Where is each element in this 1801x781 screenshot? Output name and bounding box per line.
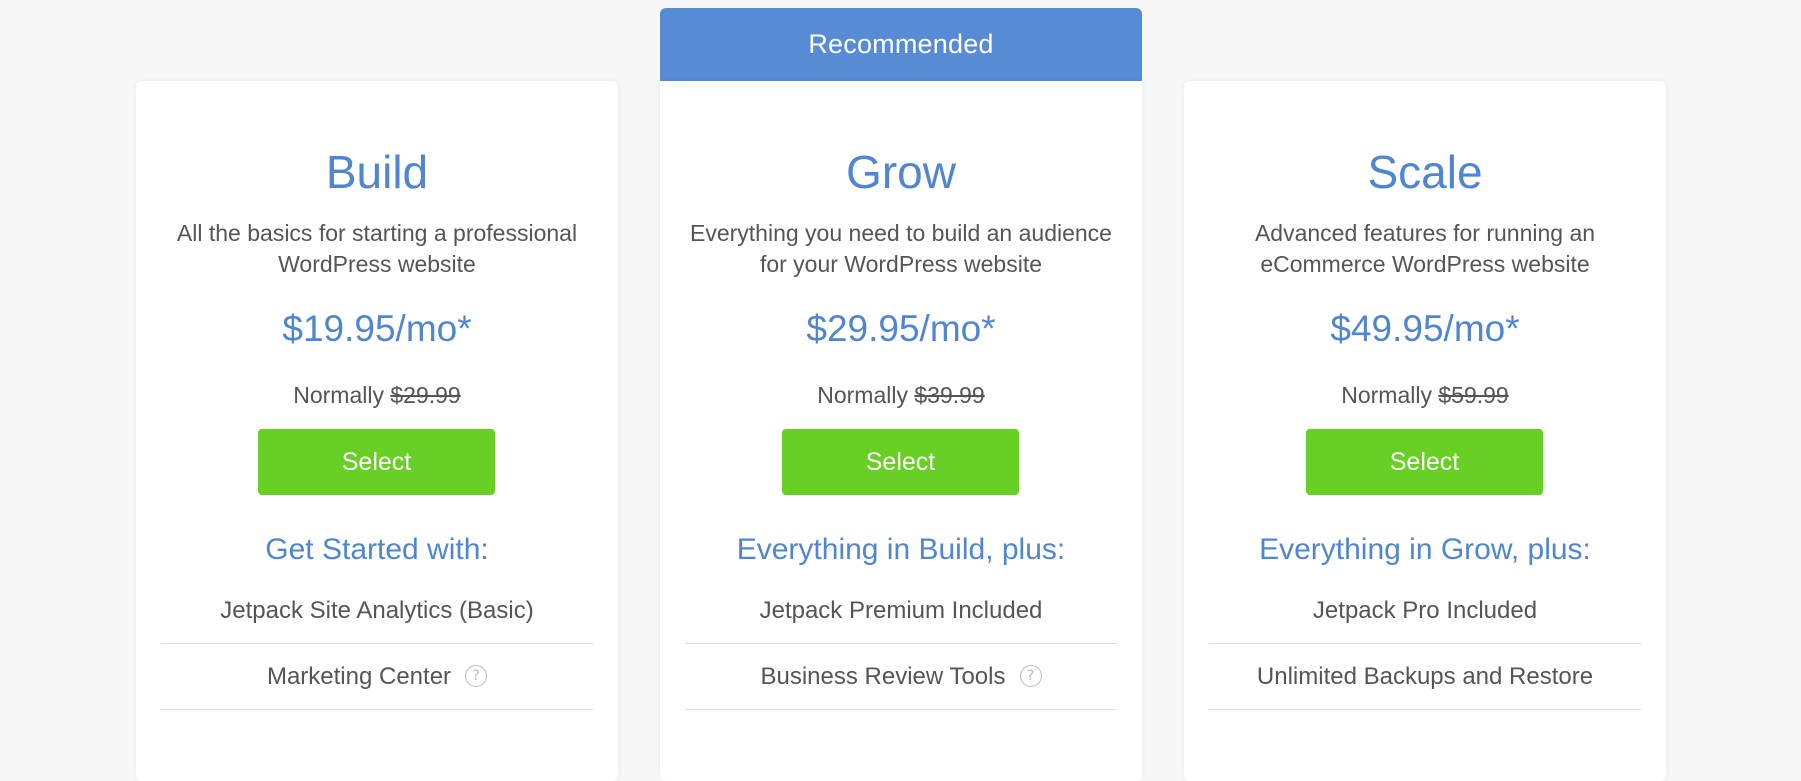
feature-label: Unlimited Backups and Restore [1256, 663, 1594, 690]
plan-card-grow: Grow Everything you need to build an aud… [660, 81, 1142, 781]
original-price: $29.99 [390, 382, 461, 408]
normal-price: Normally $39.99 [660, 380, 1142, 410]
feature-label: Business Review Tools [760, 663, 1006, 690]
plan-price: $49.95/mo* [1330, 308, 1520, 349]
feature-item: Unlimited Backups and Restore [1209, 644, 1641, 710]
select-grow-button[interactable]: Select [782, 429, 1019, 495]
select-build-button[interactable]: Select [258, 429, 495, 495]
feature-item: Jetpack Site Analytics (Basic) [161, 578, 593, 644]
plan-description: Advanced features for running an eCommer… [1254, 220, 1596, 277]
plan-price: $29.95/mo* [806, 308, 996, 349]
feature-label: Jetpack Premium Included [759, 597, 1043, 624]
help-icon[interactable]: ? [465, 664, 488, 687]
features-heading: Everything in Grow, plus: [1259, 533, 1591, 566]
pricing-plans: Recommended Build All the basics for sta… [0, 0, 1801, 781]
plan-card-build: Build All the basics for starting a prof… [136, 81, 618, 781]
plan-title: Scale [1367, 146, 1483, 198]
help-icon[interactable]: ? [1019, 664, 1042, 687]
feature-item: Business Review Tools? [685, 644, 1117, 710]
features-heading: Everything in Build, plus: [736, 533, 1066, 566]
plan-card-scale: Scale Advanced features for running an e… [1184, 81, 1666, 781]
normally-label: Normally [1341, 382, 1432, 408]
feature-label: Jetpack Pro Included [1312, 597, 1538, 624]
plan-title: Grow [846, 146, 956, 198]
plan-title: Build [325, 146, 429, 198]
normal-price: Normally $59.99 [1184, 380, 1666, 410]
original-price: $59.99 [1438, 382, 1509, 408]
recommended-ribbon: Recommended [660, 8, 1142, 81]
feature-label: Marketing Center [266, 663, 452, 690]
plan-price: $19.95/mo* [282, 308, 472, 349]
features-heading: Get Started with: [265, 533, 489, 566]
feature-item: Jetpack Premium Included [685, 578, 1117, 644]
normally-label: Normally [817, 382, 908, 408]
feature-label: Jetpack Site Analytics (Basic) [220, 597, 534, 624]
normally-label: Normally [293, 382, 384, 408]
plan-description: All the basics for starting a profession… [176, 220, 578, 277]
original-price: $39.99 [914, 382, 985, 408]
feature-item: Marketing Center? [161, 644, 593, 710]
feature-list: Jetpack Pro Included Unlimited Backups a… [1209, 578, 1641, 710]
normal-price: Normally $29.99 [136, 380, 618, 410]
feature-list: Jetpack Premium Included Business Review… [685, 578, 1117, 710]
select-scale-button[interactable]: Select [1306, 429, 1543, 495]
plan-description: Everything you need to build an audience… [690, 220, 1112, 277]
feature-list: Jetpack Site Analytics (Basic) Marketing… [161, 578, 593, 710]
feature-item: Jetpack Pro Included [1209, 578, 1641, 644]
